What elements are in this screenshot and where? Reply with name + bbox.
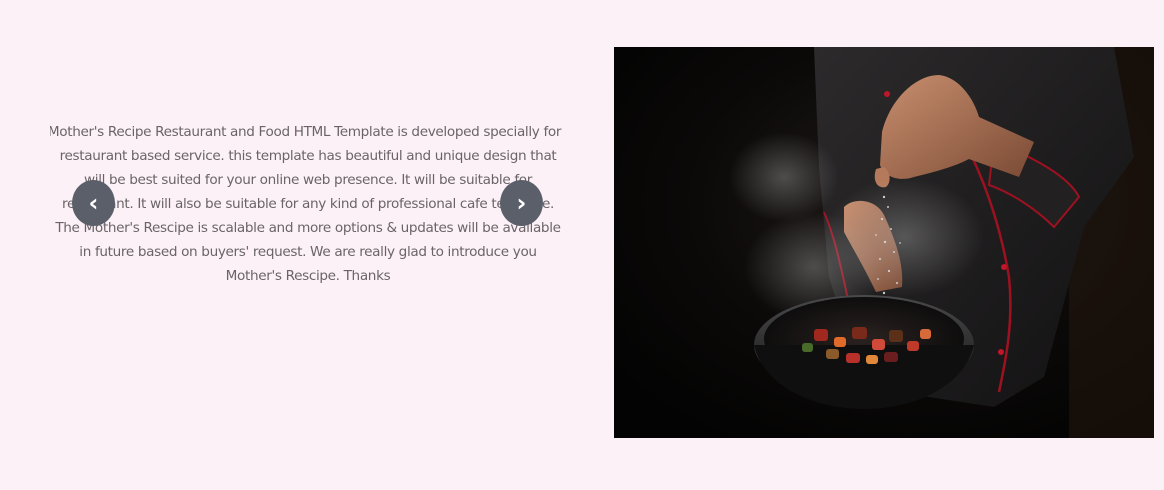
chevron-right-icon: › <box>516 189 527 217</box>
chef-cooking-image <box>614 47 1154 438</box>
carousel-prev-button[interactable]: ‹ <box>72 180 115 226</box>
chevron-left-icon: ‹ <box>88 189 99 217</box>
about-text-block: Mother's Recipe Restaurant and Food HTML… <box>50 120 566 290</box>
about-description: Mother's Recipe Restaurant and Food HTML… <box>50 124 562 284</box>
chef-cooking-illustration <box>614 47 1154 438</box>
carousel-next-button[interactable]: › <box>500 180 543 226</box>
about-section: Mother's Recipe Restaurant and Food HTML… <box>0 0 1164 490</box>
